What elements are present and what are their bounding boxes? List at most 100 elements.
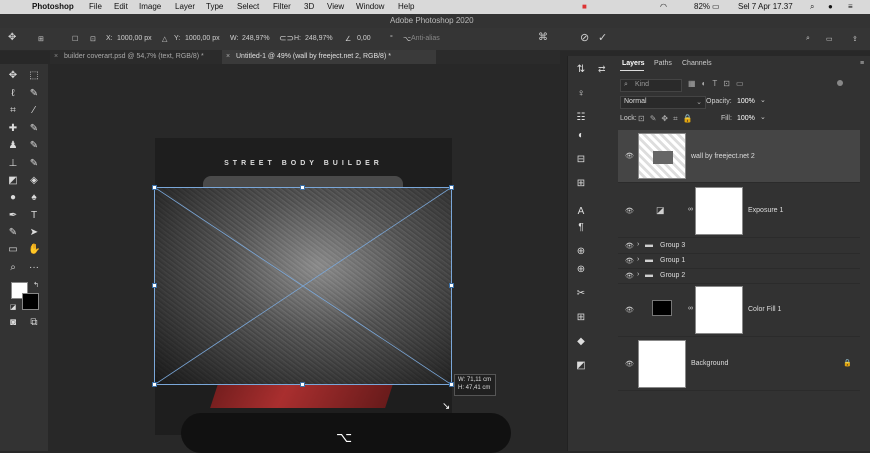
rectangle-tool-icon[interactable]: ▭ bbox=[7, 244, 19, 256]
angle-field[interactable]: 0,00 bbox=[357, 35, 371, 42]
menu-3d[interactable]: 3D bbox=[304, 2, 314, 11]
menu-filter[interactable]: Filter bbox=[273, 2, 291, 11]
direct-select-icon[interactable]: ➤ bbox=[28, 227, 40, 239]
menu-app-name[interactable]: Photoshop bbox=[32, 2, 74, 11]
lock-icon[interactable]: 🔒 bbox=[843, 359, 852, 367]
type-tool-icon[interactable]: T bbox=[28, 210, 40, 222]
chevron-right-icon[interactable]: › bbox=[637, 271, 639, 278]
swatches-icon[interactable]: ⊕ bbox=[575, 246, 587, 258]
layer-name[interactable]: Exposure 1 bbox=[748, 207, 783, 214]
menu-file[interactable]: File bbox=[89, 2, 102, 11]
panel-collapse-icon[interactable]: ⇄ bbox=[598, 64, 606, 75]
paint-bucket-icon[interactable]: ◈ bbox=[28, 175, 40, 187]
layer-row[interactable]: 👁 › ▬ Group 3 bbox=[618, 239, 860, 254]
filter-toggle-icon[interactable] bbox=[837, 80, 843, 86]
menu-view[interactable]: View bbox=[327, 2, 344, 11]
siri-icon[interactable]: ● bbox=[828, 2, 833, 11]
tool-presets-icon[interactable]: ✂ bbox=[575, 288, 587, 300]
wall-texture-layer[interactable] bbox=[154, 187, 452, 385]
filter-icons[interactable]: ▦◐T⊡▭ bbox=[688, 79, 750, 88]
layer-row[interactable]: 👁 ∞ Color Fill 1 bbox=[618, 284, 860, 337]
timeline-icon[interactable]: ◩ bbox=[575, 360, 587, 372]
menu-type[interactable]: Type bbox=[206, 2, 223, 11]
transform-handle-tm[interactable] bbox=[300, 185, 305, 190]
layer-name[interactable]: Color Fill 1 bbox=[748, 306, 781, 313]
checkbox-icon[interactable]: ☐ bbox=[72, 35, 78, 43]
tab-untitled-1[interactable]: × Untitled-1 @ 49% (wall by freeject.net… bbox=[222, 50, 436, 64]
datetime[interactable]: Sel 7 Apr 17.37 bbox=[738, 2, 793, 11]
path-select-icon[interactable]: ✎ bbox=[7, 227, 19, 239]
tab-layers[interactable]: Layers bbox=[622, 60, 645, 67]
properties-icon[interactable]: ☷ bbox=[575, 112, 587, 124]
move-tool-icon[interactable]: ✥ bbox=[7, 70, 19, 82]
layer-row[interactable]: 👁 wall by freeject.net 2 bbox=[618, 130, 860, 183]
x-field[interactable]: 1000,00 px bbox=[117, 35, 152, 42]
layer-row[interactable]: 👁 ◪ ∞ Exposure 1 bbox=[618, 185, 860, 238]
close-icon[interactable]: × bbox=[226, 50, 230, 64]
share-icon[interactable]: ⇪ bbox=[852, 35, 858, 43]
h-field[interactable]: 248,97% bbox=[305, 35, 333, 42]
move-tool-icon[interactable]: ✥ bbox=[8, 32, 16, 43]
menu-select[interactable]: Select bbox=[237, 2, 259, 11]
layer-row[interactable]: 👁 Background 🔒 bbox=[618, 338, 860, 391]
menu-help[interactable]: Help bbox=[398, 2, 414, 11]
chevron-right-icon[interactable]: › bbox=[637, 256, 639, 263]
eraser-icon[interactable]: ◩ bbox=[7, 175, 19, 187]
lock-icons[interactable]: ⊡✎✥⌗🔒 bbox=[638, 114, 698, 124]
close-icon[interactable]: × bbox=[54, 50, 58, 64]
fill-chevron-icon[interactable]: ⌄ bbox=[760, 113, 766, 121]
battery-icon[interactable]: ▭ bbox=[712, 2, 720, 11]
visibility-eye-icon[interactable]: 👁 bbox=[625, 242, 634, 250]
filter-kind-select[interactable]: ⌕ Kind bbox=[620, 79, 682, 92]
transform-handle-tl[interactable] bbox=[152, 185, 157, 190]
transform-handle-tr[interactable] bbox=[449, 185, 454, 190]
actions-icon[interactable]: ◆ bbox=[575, 336, 587, 348]
clone-stamp-icon[interactable]: ♟ bbox=[7, 140, 19, 152]
visibility-eye-icon[interactable]: 👁 bbox=[625, 272, 634, 280]
quick-mask-icon[interactable]: ◙ bbox=[7, 317, 19, 329]
screen-mode-icon[interactable]: ⧉ bbox=[28, 317, 40, 329]
libraries-icon[interactable]: ⊟ bbox=[575, 154, 587, 166]
transform-icon[interactable]: ⊞ bbox=[38, 35, 44, 43]
transform-handle-bl[interactable] bbox=[152, 382, 157, 387]
w-field[interactable]: 248,97% bbox=[242, 35, 270, 42]
visibility-eye-icon[interactable]: 👁 bbox=[625, 360, 634, 368]
opacity-chevron-icon[interactable]: ⌄ bbox=[760, 96, 766, 104]
default-colors-icon[interactable]: ◪ bbox=[7, 302, 19, 314]
y-field[interactable]: 1000,00 px bbox=[185, 35, 220, 42]
eyedropper-icon[interactable]: ⁄ bbox=[28, 105, 40, 117]
dodge-tool-icon[interactable]: ♠ bbox=[28, 192, 40, 204]
character-icon[interactable]: A bbox=[575, 206, 587, 218]
commit-transform-icon[interactable]: ✓ bbox=[598, 31, 607, 44]
crop-tool-icon[interactable]: ⌗ bbox=[7, 105, 19, 117]
cancel-transform-icon[interactable]: ⊘ bbox=[580, 31, 589, 44]
delta-icon[interactable]: △ bbox=[162, 35, 167, 43]
workspace-icon[interactable]: ▭ bbox=[826, 35, 833, 43]
visibility-eye-icon[interactable]: 👁 bbox=[625, 306, 634, 314]
link-icon[interactable]: ⊂⊃ bbox=[279, 33, 294, 44]
chain-link-icon[interactable]: ∞ bbox=[688, 206, 693, 213]
opacity-value[interactable]: 100% bbox=[737, 98, 755, 105]
learn-icon[interactable]: ♀ bbox=[575, 88, 587, 100]
tab-builder-coverart[interactable]: × builder coverart.psd @ 54,7% (text, RG… bbox=[50, 50, 236, 64]
control-center-icon[interactable]: ≡ bbox=[848, 2, 853, 11]
layer-name[interactable]: Group 3 bbox=[660, 242, 685, 249]
lasso-tool-icon[interactable]: ℓ bbox=[7, 88, 19, 100]
styles-icon[interactable]: ⊞ bbox=[575, 178, 587, 190]
healing-brush-icon[interactable]: ✚ bbox=[7, 123, 19, 135]
pen-tool-icon[interactable]: ✒ bbox=[7, 210, 19, 222]
menu-edit[interactable]: Edit bbox=[114, 2, 128, 11]
layer-row[interactable]: 👁 › ▬ Group 1 bbox=[618, 254, 860, 269]
transform-handle-mr[interactable] bbox=[449, 283, 454, 288]
adjustments-icon[interactable]: ◐ bbox=[575, 130, 587, 142]
marquee-tool-icon[interactable]: ⬚ bbox=[28, 70, 40, 82]
more-tools-icon[interactable]: ··· bbox=[28, 262, 40, 274]
visibility-eye-icon[interactable]: 👁 bbox=[625, 207, 634, 215]
swap-colors-icon[interactable]: ↰ bbox=[30, 280, 42, 292]
layer-row[interactable]: 👁 › ▬ Group 2 bbox=[618, 269, 860, 284]
reference-point-icon[interactable]: ⊡ bbox=[90, 35, 96, 43]
interpolation-icon[interactable]: ⌥ bbox=[403, 35, 411, 43]
art-brush-icon[interactable]: ✎ bbox=[28, 158, 40, 170]
zoom-tool-icon[interactable]: ⌕ bbox=[7, 262, 19, 274]
history-icon[interactable]: ⇅ bbox=[575, 64, 587, 76]
